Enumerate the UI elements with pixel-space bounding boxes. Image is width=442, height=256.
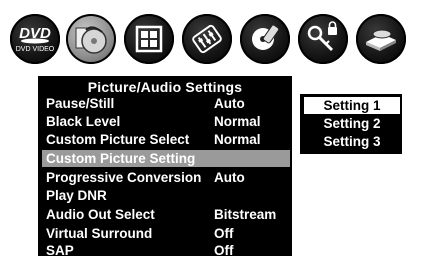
disc-audio-icon[interactable]	[66, 14, 116, 64]
menu-item-custom-picture-setting[interactable]: Custom Picture Setting	[42, 150, 290, 167]
menu-item-value: Normal	[214, 114, 261, 129]
picture-audio-settings-menu: Picture/Audio Settings Pause/Still Auto …	[38, 76, 292, 256]
icon-bar: DVD DVD VIDEO	[0, 0, 442, 76]
menu-item-pause-still[interactable]: Pause/Still Auto	[42, 95, 290, 112]
setting-submenu: Setting 1 Setting 2 Setting 3	[300, 94, 402, 154]
menu-item-value: Auto	[214, 96, 245, 111]
submenu-item-setting-2[interactable]: Setting 2	[304, 115, 400, 132]
windows-icon[interactable]	[124, 14, 174, 64]
dvd-video-icon[interactable]: DVD DVD VIDEO	[10, 14, 60, 64]
remote-disc-icon[interactable]	[240, 14, 290, 64]
menu-item-label: Black Level	[46, 114, 121, 129]
menu-item-play-dnr[interactable]: Play DNR	[42, 187, 290, 204]
menu-item-label: Custom Picture Select	[46, 132, 190, 147]
submenu-item-setting-1[interactable]: Setting 1	[304, 97, 400, 114]
key-lock-icon[interactable]	[298, 14, 348, 64]
tray-player-icon[interactable]	[356, 14, 406, 64]
menu-item-custom-picture-select[interactable]: Custom Picture Select Normal	[42, 131, 290, 148]
equalizer-sliders-icon[interactable]	[182, 14, 232, 64]
menu-item-progressive-conversion[interactable]: Progressive Conversion Auto	[42, 169, 290, 186]
menu-item-black-level[interactable]: Black Level Normal	[42, 113, 290, 130]
menu-item-value: Normal	[214, 132, 261, 147]
svg-text:DVD VIDEO: DVD VIDEO	[16, 46, 55, 53]
menu-item-virtual-surround[interactable]: Virtual Surround Off	[42, 225, 290, 242]
menu-item-label: Progressive Conversion	[46, 170, 202, 185]
menu-item-value: Off	[214, 243, 234, 256]
menu-item-label: Play DNR	[46, 188, 107, 203]
menu-item-label: SAP	[46, 243, 74, 256]
menu-item-label: Pause/Still	[46, 96, 115, 111]
menu-item-audio-out-select[interactable]: Audio Out Select Bitstream	[42, 206, 290, 223]
menu-item-value: Off	[214, 226, 234, 241]
menu-item-value: Bitstream	[214, 207, 277, 222]
submenu-item-setting-3[interactable]: Setting 3	[304, 133, 400, 150]
menu-item-sap[interactable]: SAP Off	[42, 242, 290, 256]
menu-item-label: Virtual Surround	[46, 226, 153, 241]
menu-item-label: Custom Picture Setting	[46, 151, 196, 166]
menu-item-value: Auto	[214, 170, 245, 185]
menu-item-label: Audio Out Select	[46, 207, 155, 222]
menu-title: Picture/Audio Settings	[87, 79, 243, 95]
